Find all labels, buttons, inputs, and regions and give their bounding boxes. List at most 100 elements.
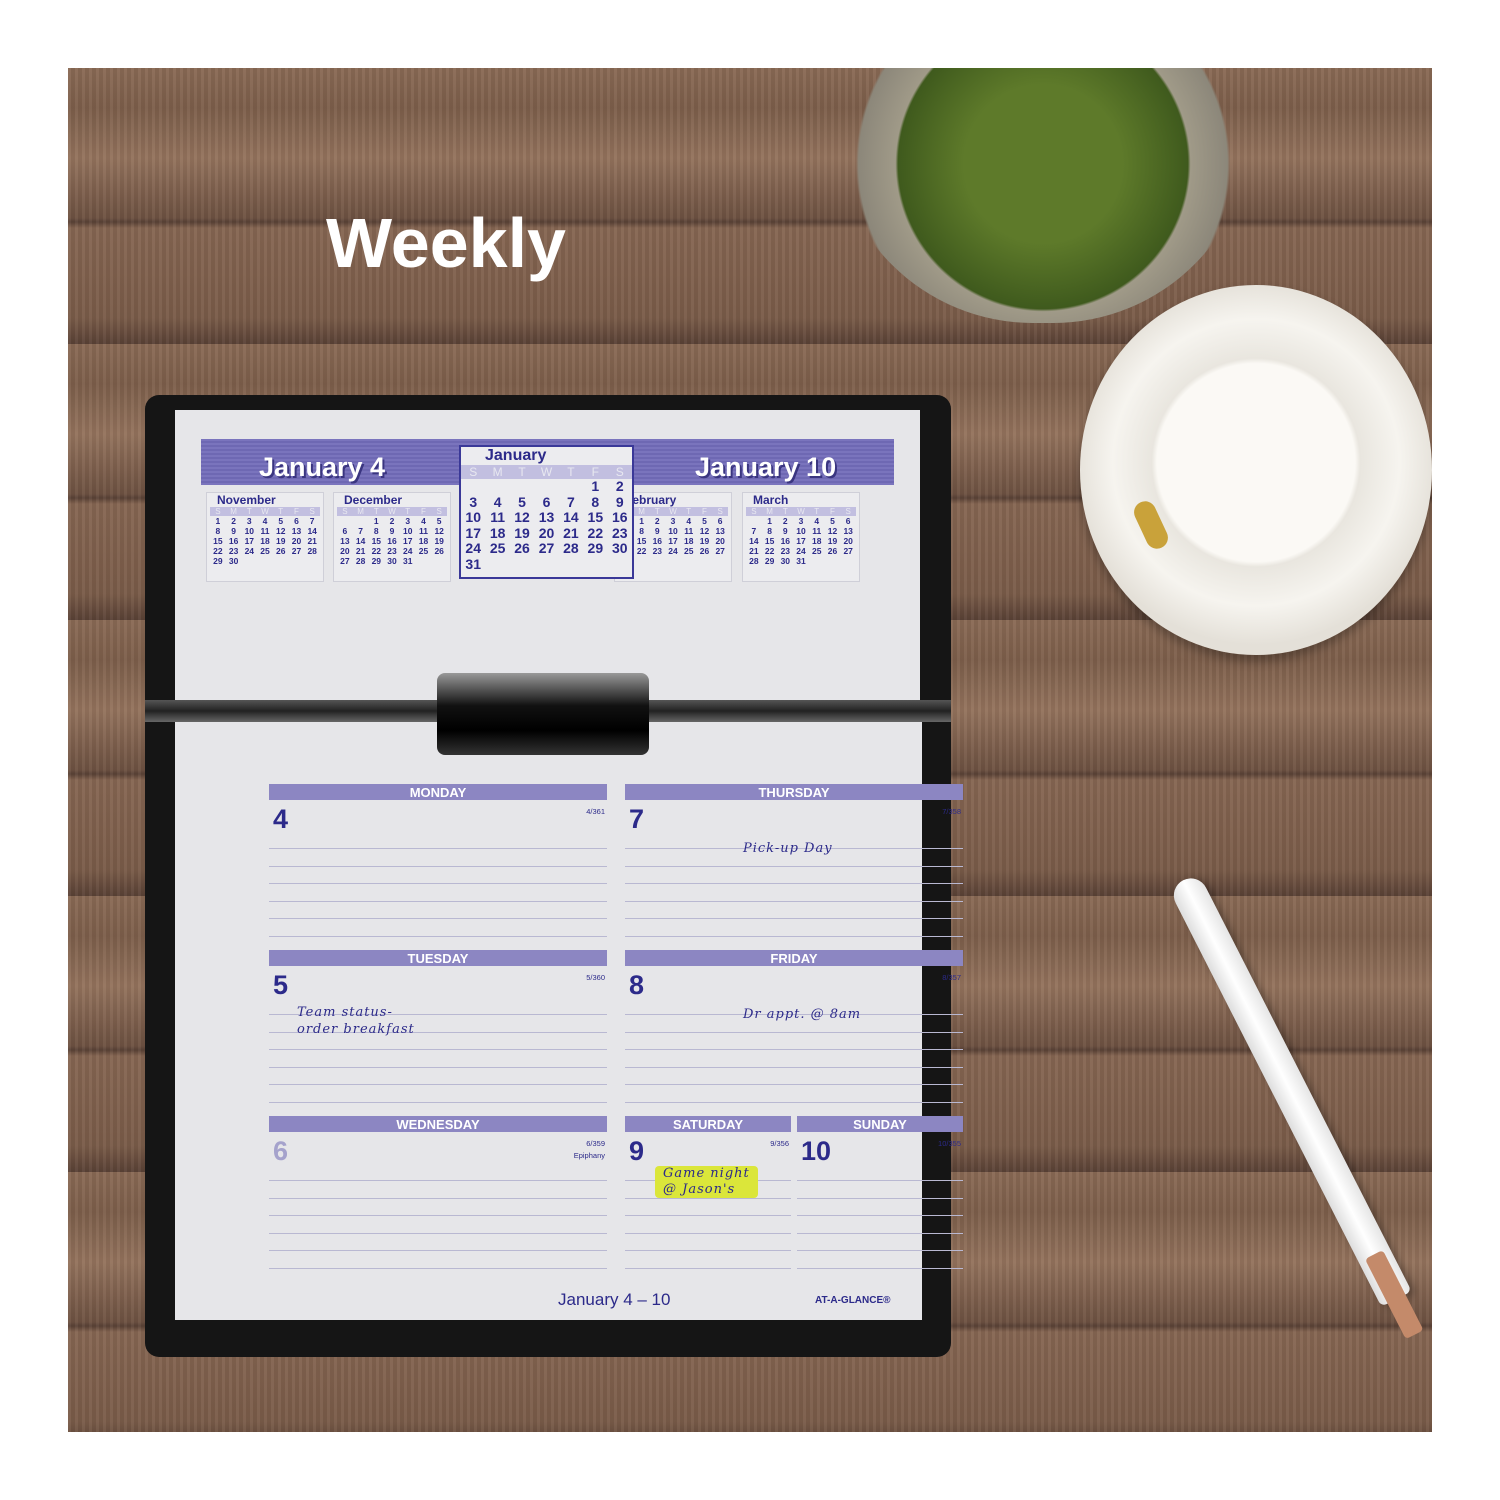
calendar-day: 19 [276, 536, 286, 546]
calendar-week: 10 11 12 13 14 15 16 [461, 509, 632, 526]
calendar-day: 7 [751, 526, 757, 536]
calendar-day: 5 [702, 516, 707, 526]
calendar-day: 30 [387, 556, 397, 566]
calendar-day [257, 556, 273, 566]
calendar-day: 31 [796, 556, 806, 566]
calendar-week: 14151617181920 [618, 536, 728, 546]
day-saturday[interactable]: SATURDAY 9 9/356 Game night @ Jason's [625, 1116, 791, 1269]
calendar-day: 1 [639, 516, 644, 526]
weekday-letter: T [373, 507, 379, 516]
calendar-day: 23 [652, 546, 663, 556]
calendar-day [583, 557, 607, 573]
calendar-day: 10 [796, 526, 806, 536]
calendar-day: 16 [611, 509, 628, 525]
calendar-day: 23 [780, 546, 791, 556]
day-number: 7 [629, 804, 645, 834]
calendar-day: 20 [340, 546, 350, 556]
calendar-day: 9 [782, 526, 788, 536]
year-day: 6/359 [586, 1139, 605, 1148]
calendar-day [697, 556, 713, 566]
writing-lines [797, 1180, 963, 1285]
calendar-week: 21222324252627 [618, 546, 728, 556]
calendar-day: 19 [827, 536, 838, 546]
calendar-day: 3 [405, 516, 411, 526]
calendar-day: 9 [654, 526, 660, 536]
calendar-day: 26 [434, 546, 444, 556]
day-number: 10 [801, 1136, 832, 1166]
calendar-week: 789 10 11 12 13 [746, 526, 856, 536]
calendar-day: 29 [587, 540, 604, 556]
calendar-day: 28 [307, 546, 317, 556]
day-friday[interactable]: FRIDAY 8 8/357 Dr appt. @ 8am [625, 950, 963, 1103]
calendar-day [353, 516, 369, 526]
calendar-day: 9 [615, 493, 624, 510]
calendar-day: 20 [715, 536, 725, 546]
year-day: 4/361 [586, 807, 605, 816]
weekday-letter: S [717, 507, 723, 516]
calendar-day: 29 [213, 556, 223, 566]
year-day: 5/360 [586, 973, 605, 982]
calendar-day: 4 [686, 516, 692, 526]
day-sunday[interactable]: SUNDAY 10 10/355 [797, 1116, 963, 1269]
calendar-month: January [485, 447, 547, 464]
calendar-day: 2 [231, 516, 236, 526]
calendar-day: 15 [371, 536, 382, 546]
calendar-day: 18 [489, 524, 506, 541]
calendar-day: 2 [389, 516, 395, 526]
calendar-week: 22 23 24 25 26 27 28 [210, 546, 320, 556]
calendar-day: 3 [246, 516, 252, 526]
calendar-day [416, 556, 432, 566]
calendar-day: 25 [260, 546, 270, 556]
calendar-day: 3 [469, 493, 478, 510]
calendar-day [461, 479, 485, 495]
year-day: 10/355 [938, 1139, 961, 1148]
calendar-day: 5 [830, 516, 835, 526]
calendar-day: 16 [387, 536, 397, 546]
calendar-day: 9 [389, 526, 395, 536]
photo-background: Weekly January 4 January 10 November S M T W… [68, 68, 1432, 1432]
calendar-day: 27 [538, 540, 555, 556]
holiday-label: Epiphany [573, 1151, 605, 1160]
coffee-cup-lid [1080, 285, 1432, 655]
calendar-week: 20 21 22 23 24 25 26 [337, 546, 447, 556]
day-thursday[interactable]: THURSDAY 7 7/358 Pick-up Day [625, 784, 963, 937]
calendar-day: 13 [715, 526, 725, 536]
day-wednesday[interactable]: WEDNESDAY 6 6/359 Epiphany [269, 1116, 607, 1269]
calendar-day [649, 556, 665, 566]
calendar-week: 14151617181920 [746, 536, 856, 546]
calendar-day: 14 [355, 536, 366, 546]
binder-clip [437, 673, 649, 755]
writing-lines [625, 1014, 963, 1119]
year-day: 8/357 [942, 973, 961, 982]
calendar-day: 12 [699, 526, 710, 536]
calendar-day: 29 [764, 556, 775, 566]
calendar-day [712, 556, 728, 566]
calendar-day: 26 [827, 546, 838, 556]
day-tuesday[interactable]: TUESDAY 5 5/360 Team status- order break… [269, 950, 607, 1103]
weekday-row: SMTWTFS [210, 507, 320, 516]
weekday-row: SMTWTFS [618, 507, 728, 516]
year-day-count: 4/361 [586, 806, 605, 818]
calendar-day: 25 [812, 546, 822, 556]
weekday-letter: S [615, 465, 624, 479]
weekday-letter: S [342, 507, 348, 516]
calendar-week: 12 [461, 478, 632, 495]
calendar-day: 8 [215, 526, 221, 536]
weekday-letter: S [436, 507, 442, 516]
calendar-day: 5 [436, 516, 442, 526]
calendar-day: 8 [373, 526, 379, 536]
weekday-letter: F [702, 507, 707, 516]
year-day-count: 9/356 [770, 1138, 789, 1150]
calendar-day [634, 556, 650, 566]
calendar-day [273, 556, 289, 566]
weekday-letter: F [294, 507, 299, 516]
calendar-day: 31 [465, 555, 481, 572]
day-monday[interactable]: MONDAY 4 4/361 [269, 784, 607, 937]
calendar-day: 11 [260, 526, 270, 536]
calendar-day: 1 [767, 516, 772, 526]
calendar-day [825, 556, 841, 566]
calendar-day: 15 [587, 509, 604, 525]
calendar-day: 16 [228, 536, 239, 546]
calendar-day [337, 516, 353, 526]
weekday-letter: T [567, 465, 575, 479]
